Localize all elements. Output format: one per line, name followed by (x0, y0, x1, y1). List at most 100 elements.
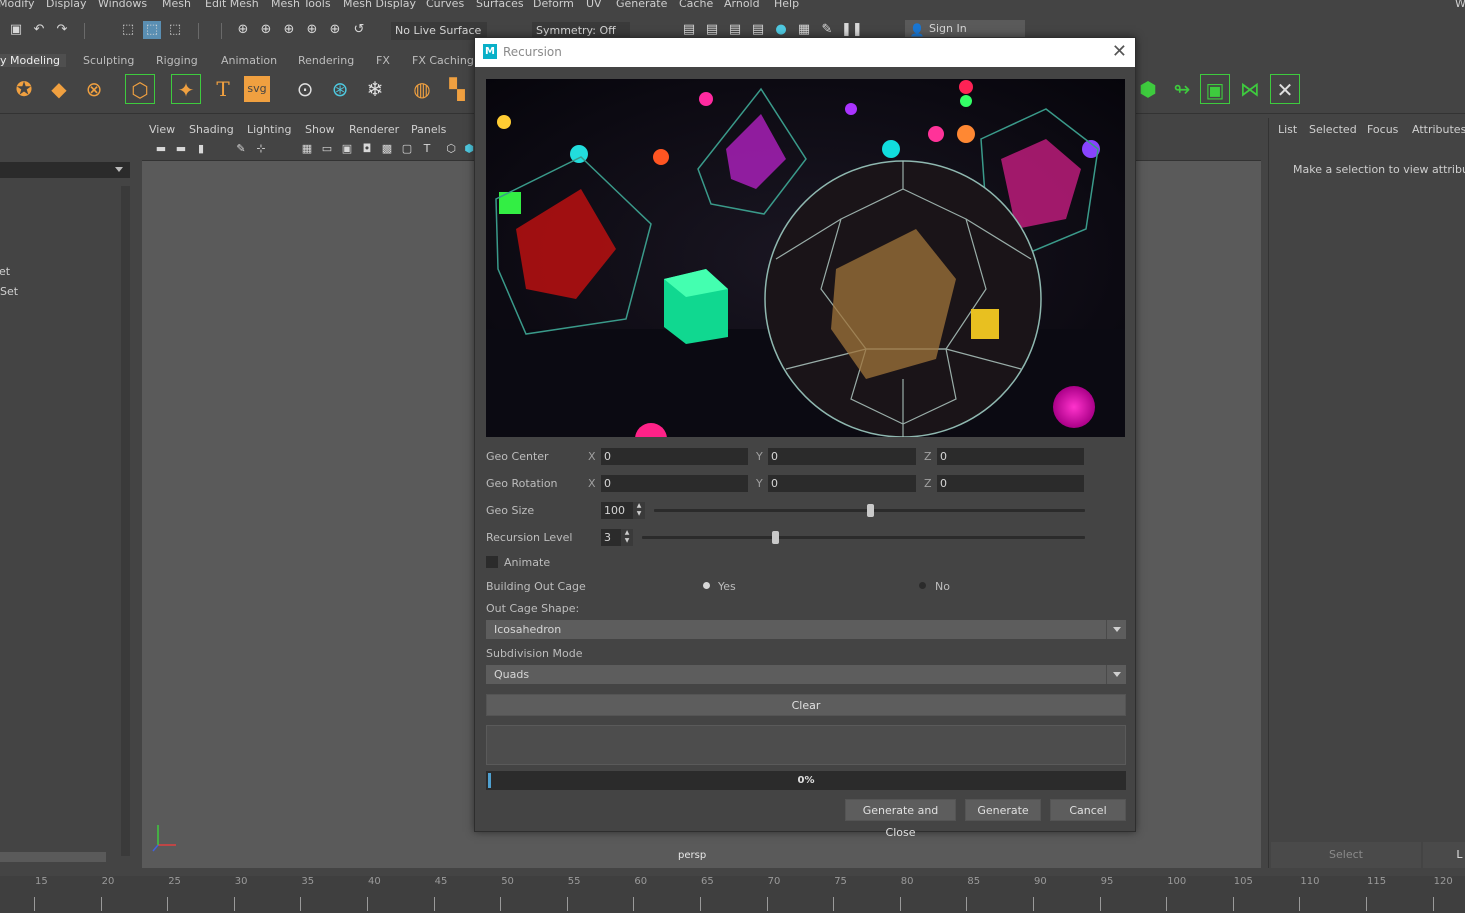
time-slider[interactable]: 15 20 25 30 35 40 45 50 55 60 65 70 75 80 85 90 95 100 105… (0, 876, 1465, 913)
select-button[interactable]: Select (1271, 842, 1421, 868)
shelf-tab-sculpting[interactable]: Sculpting (83, 54, 134, 67)
viewport-menu-panels[interactable]: Panels (411, 123, 446, 136)
field-chart-icon[interactable]: ▩ (378, 140, 396, 158)
dialog-title-bar[interactable]: M Recursion ✕ (475, 38, 1135, 67)
separate-icon[interactable]: ▚ (442, 74, 472, 104)
spin-up-icon[interactable]: ▲ (633, 502, 645, 510)
bookmark-icon[interactable]: ▮ (192, 140, 210, 158)
shelf-custom-split-icon[interactable]: ⋈ (1235, 74, 1265, 104)
menu-cache[interactable]: Cache (679, 0, 713, 10)
attr-menu-attributes[interactable]: Attributes (1412, 123, 1465, 136)
viewport-menu-view[interactable]: View (149, 123, 175, 136)
combine-icon[interactable]: ◍ (407, 74, 437, 104)
snap-point-icon[interactable]: ⊕ (280, 21, 298, 39)
outliner-scrollbar[interactable] (121, 186, 130, 856)
shelf-tab-fx-caching[interactable]: FX Caching (412, 54, 474, 67)
freeze-transform-icon[interactable]: ❄ (360, 74, 390, 104)
subdivision-mode-dropdown[interactable]: Quads (486, 665, 1126, 684)
super-shape-icon[interactable]: ✦ (171, 74, 201, 104)
viewport-menu-lighting[interactable]: Lighting (247, 123, 291, 136)
viewport-menu-show[interactable]: Show (305, 123, 335, 136)
grid-toggle-icon[interactable]: ▦ (298, 140, 316, 158)
geo-center-y-field[interactable]: 0 (768, 448, 916, 465)
menu-windows[interactable]: Windows (98, 0, 147, 10)
shelf-tab-modeling[interactable]: y Modeling (0, 54, 67, 67)
geo-size-spinner[interactable]: ▲ ▼ (633, 502, 645, 519)
select-camera-icon[interactable]: ▬ (152, 140, 170, 158)
shelf-custom-cube-icon[interactable]: ⬢ (1133, 74, 1163, 104)
geo-center-x-field[interactable]: 0 (601, 448, 748, 465)
camera-attributes-icon[interactable]: ▬ (172, 140, 190, 158)
animate-checkbox[interactable] (486, 556, 498, 568)
shelf-tab-rigging[interactable]: Rigging (156, 54, 198, 67)
spin-down-icon[interactable]: ▼ (633, 510, 645, 518)
menu-curves[interactable]: Curves (426, 0, 464, 10)
gate-mask-icon[interactable]: ◘ (358, 140, 376, 158)
poly-torus-icon[interactable]: ⊗ (79, 74, 109, 104)
recursion-level-spinner[interactable]: ▲ ▼ (621, 529, 633, 546)
workspace-label[interactable]: W (1455, 0, 1465, 10)
geo-rotation-x-field[interactable]: 0 (601, 475, 748, 492)
snap-curve-icon[interactable]: ⊕ (257, 21, 275, 39)
snap-live-icon[interactable]: ⊕ (326, 21, 344, 39)
nurbs-sphere-icon[interactable]: ✪ (9, 74, 39, 104)
redo-icon[interactable]: ↷ (53, 21, 71, 39)
film-gate-icon[interactable]: ▭ (318, 140, 336, 158)
select-by-component-icon[interactable]: ⬚ (166, 21, 184, 39)
svg-tool-icon[interactable]: svg (244, 76, 270, 102)
geo-rotation-z-field[interactable]: 0 (937, 475, 1084, 492)
geo-center-z-field[interactable]: 0 (937, 448, 1084, 465)
geo-size-slider-handle[interactable] (866, 504, 874, 517)
wireframe-icon[interactable]: ⬡ (442, 140, 460, 158)
safe-action-icon[interactable]: ▢ (398, 140, 416, 158)
out-cage-shape-dropdown[interactable]: Icosahedron (486, 620, 1126, 639)
undo-icon[interactable]: ↶ (30, 21, 48, 39)
shelf-tab-animation[interactable]: Animation (221, 54, 277, 67)
live-surface-field[interactable]: No Live Surface (391, 22, 487, 40)
image-plane-icon[interactable]: ⊹ (252, 140, 270, 158)
recursion-level-slider-handle[interactable] (771, 531, 779, 544)
type-tool-icon[interactable]: T (208, 74, 238, 104)
delete-history-icon[interactable]: ⊛ (325, 74, 355, 104)
chevron-down-icon[interactable] (1106, 665, 1126, 684)
generate-button[interactable]: Generate (965, 799, 1041, 821)
snap-grid-icon[interactable]: ⊕ (234, 21, 252, 39)
save-icon[interactable]: ▣ (7, 21, 25, 39)
menu-generate[interactable]: Generate (616, 0, 667, 10)
close-icon[interactable]: ✕ (1112, 41, 1127, 62)
outliner-filter-field[interactable] (0, 162, 130, 178)
geo-size-field[interactable]: 100 (601, 502, 633, 519)
recursion-level-field[interactable]: 3 (601, 529, 621, 546)
spin-down-icon[interactable]: ▼ (621, 537, 633, 545)
menu-deform[interactable]: Deform (533, 0, 574, 10)
menu-display[interactable]: Display (46, 0, 87, 10)
snap-together-icon[interactable]: ↺ (350, 21, 368, 39)
shelf-custom-curve-icon[interactable]: ↬ (1167, 74, 1197, 104)
menu-modify[interactable]: Modify (0, 0, 34, 10)
clear-button[interactable]: Clear (486, 694, 1126, 716)
select-by-hierarchy-icon[interactable]: ⬚ (119, 21, 137, 39)
shelf-tab-fx[interactable]: FX (376, 54, 390, 67)
shelf-custom-grid-icon[interactable]: ▣ (1200, 74, 1230, 104)
shelf-tab-rendering[interactable]: Rendering (298, 54, 354, 67)
select-by-object-icon[interactable]: ⬚ (143, 21, 161, 39)
attr-menu-focus[interactable]: Focus (1367, 123, 1398, 136)
menu-help[interactable]: Help (774, 0, 799, 10)
center-pivot-icon[interactable]: ⊙ (290, 74, 320, 104)
safe-title-icon[interactable]: T (418, 140, 436, 158)
attr-menu-list[interactable]: List (1278, 123, 1297, 136)
generate-and-close-button[interactable]: Generate and Close (845, 799, 956, 839)
filter-dropdown-icon[interactable] (115, 167, 123, 172)
snap-view-plane-icon[interactable]: ⊕ (303, 21, 321, 39)
viewport-menu-renderer[interactable]: Renderer (349, 123, 399, 136)
menu-mesh-tools[interactable]: Mesh Tools (271, 0, 331, 10)
poly-platonic-icon[interactable]: ⬡ (125, 74, 155, 104)
resolution-gate-icon[interactable]: ▣ (338, 140, 356, 158)
poly-cube-icon[interactable]: ◆ (44, 74, 74, 104)
cancel-button[interactable]: Cancel (1050, 799, 1126, 821)
outliner-hscrollbar[interactable] (0, 852, 106, 862)
menu-uv[interactable]: UV (586, 0, 602, 10)
attr-menu-selected[interactable]: Selected (1309, 123, 1357, 136)
viewport-menu-shading[interactable]: Shading (189, 123, 234, 136)
menu-surfaces[interactable]: Surfaces (476, 0, 524, 10)
